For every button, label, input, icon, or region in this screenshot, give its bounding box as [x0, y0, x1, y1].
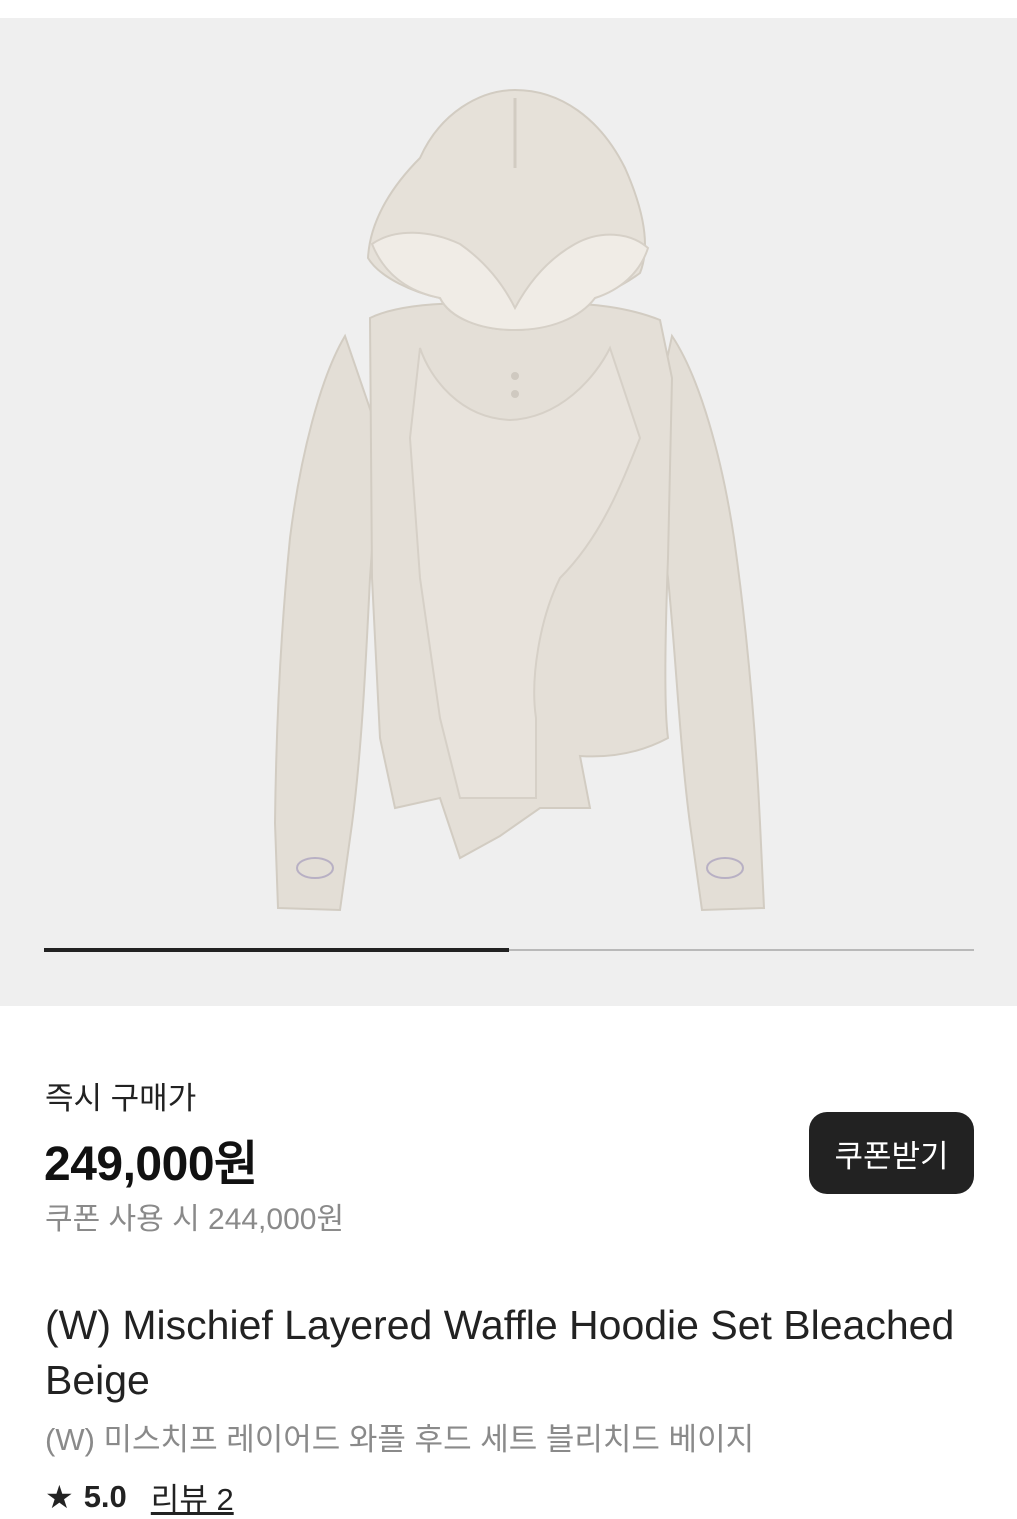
star-icon: ★: [45, 1478, 74, 1515]
image-progress-track: [44, 948, 974, 952]
review-count-link[interactable]: 리뷰 2: [151, 1474, 234, 1519]
product-name-en: (W) Mischief Layered Waffle Hoodie Set B…: [45, 1302, 955, 1403]
product-image[interactable]: [0, 18, 1017, 1006]
product-image-gallery[interactable]: [0, 18, 1017, 1006]
product-name-ko: (W) 미스치프 레이어드 와플 후드 세트 블리치드 베이지: [45, 1422, 755, 1457]
image-progress-indicator: [44, 948, 509, 952]
get-coupon-button[interactable]: 쿠폰받기: [809, 1112, 974, 1194]
coupon-price: 쿠폰 사용 시 244,000원: [45, 1203, 345, 1236]
price-label: 즉시 구매가: [45, 1081, 197, 1116]
rating-value: 5.0: [83, 1478, 127, 1514]
instant-buy-price: 249,000원: [44, 1138, 258, 1191]
top-strip: [0, 0, 1017, 18]
rating-row: ★ 5.0 리뷰 2: [45, 1474, 234, 1519]
